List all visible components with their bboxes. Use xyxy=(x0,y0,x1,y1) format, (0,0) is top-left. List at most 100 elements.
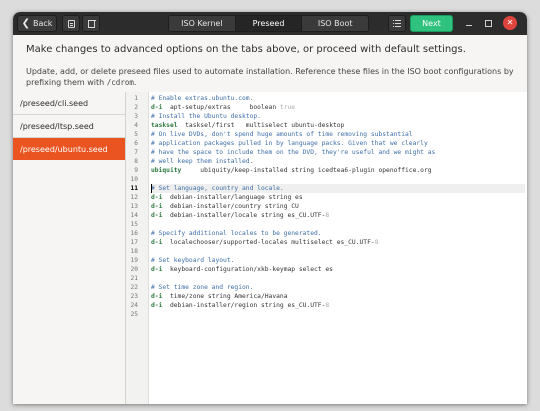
description-code: /cdrom xyxy=(106,78,134,87)
code-line[interactable]: d-i localechooser/supported-locales mult… xyxy=(151,238,525,247)
page-description: Update, add, or delete preseed files use… xyxy=(26,66,516,88)
line-number: 1 xyxy=(134,95,138,102)
installer-window: ❮ Back ISO Kernel Preseed ISO Boot Next … xyxy=(13,12,527,404)
code-token: debian-installer/country string CU xyxy=(162,203,299,210)
line-number: 18 xyxy=(130,248,138,255)
text-cursor xyxy=(151,184,152,193)
headerbar: ❮ Back ISO Kernel Preseed ISO Boot Next … xyxy=(13,12,527,35)
line-number: 11 xyxy=(130,185,138,192)
code-line[interactable]: d-i apt-setup/extras boolean true xyxy=(151,103,525,112)
minimize-button[interactable] xyxy=(462,16,476,30)
code-token: # Install the Ubuntu desktop. xyxy=(151,113,261,120)
code-token: ubiquity xyxy=(151,167,182,174)
code-line[interactable] xyxy=(151,175,525,184)
back-label: Back xyxy=(32,19,53,28)
view-switcher: ISO Kernel Preseed ISO Boot xyxy=(168,15,369,32)
code-token: debian-installer/language string es xyxy=(162,194,303,201)
code-token: debian-installer/region string es_CU.UTF… xyxy=(162,302,326,309)
code-token: debian-installer/locale string es_CU.UTF… xyxy=(162,212,326,219)
code-token: # have the space to include them on the … xyxy=(151,149,436,156)
sidebar-item-ubuntu-seed[interactable]: /preseed/ubuntu.seed xyxy=(13,138,125,160)
code-line[interactable]: d-i debian-installer/region string es_CU… xyxy=(151,301,525,310)
code-token: true xyxy=(279,104,296,111)
line-number: 13 xyxy=(130,203,138,210)
code-line[interactable]: # Set keyboard layout. xyxy=(151,256,525,265)
code-token: localechooser/supported-locales multisel… xyxy=(162,239,375,246)
line-number: 7 xyxy=(134,149,138,156)
code-line[interactable]: # On live DVDs, don't spend huge amounts… xyxy=(151,130,525,139)
new-file-button[interactable] xyxy=(62,15,80,32)
description-text: Update, add, or delete preseed files use… xyxy=(26,67,514,87)
code-line[interactable]: # have the space to include them on the … xyxy=(151,148,525,157)
code-line[interactable]: # Set language, country and locale. xyxy=(151,184,525,193)
code-token: tasksel xyxy=(151,122,178,129)
code-token: d-i xyxy=(151,203,163,210)
code-line[interactable] xyxy=(151,310,525,319)
line-number-gutter: 1 2 3 4 5 6 7 8 9 10 11 12 13 14 15 16 17 18 19 20 21 22 23 24 2… xyxy=(126,92,149,404)
code-line[interactable]: # application packages pulled in by lang… xyxy=(151,139,525,148)
code-token: # Set keyboard layout. xyxy=(151,257,235,264)
code-line[interactable]: d-i keyboard-configuration/xkb-keymap se… xyxy=(151,265,525,274)
menu-button[interactable] xyxy=(388,15,406,32)
code-line[interactable]: # Specify additional locales to be gener… xyxy=(151,229,525,238)
delete-file-button[interactable] xyxy=(82,15,100,32)
line-number: 6 xyxy=(134,140,138,147)
line-number: 9 xyxy=(134,167,138,174)
chevron-left-icon: ❮ xyxy=(21,17,30,29)
code-line[interactable]: d-i time/zone string America/Havana xyxy=(151,292,525,301)
page-subtitle: Make changes to advanced options on the … xyxy=(26,44,466,55)
code-line[interactable]: # Enable extras.ubuntu.com. xyxy=(151,94,525,103)
line-number: 2 xyxy=(134,104,138,111)
code-line[interactable]: d-i debian-installer/language string es xyxy=(151,193,525,202)
line-number: 5 xyxy=(134,131,138,138)
code-line[interactable]: # Install the Ubuntu desktop. xyxy=(151,112,525,121)
tab-iso-kernel[interactable]: ISO Kernel xyxy=(169,16,236,31)
code-line[interactable]: ubiquity ubiquity/keep-installed string … xyxy=(151,166,525,175)
code-line[interactable]: # Set time zone and region. xyxy=(151,283,525,292)
code-token: ubiquity/keep-installed string icedtea6-… xyxy=(181,167,432,174)
preseed-file-list: /preseed/cli.seed /preseed/ltsp.seed /pr… xyxy=(13,92,126,404)
line-number: 4 xyxy=(134,122,138,129)
sidebar-item-ltsp-seed[interactable]: /preseed/ltsp.seed xyxy=(13,115,125,138)
code-token: d-i xyxy=(151,212,163,219)
next-button[interactable]: Next xyxy=(410,15,453,32)
code-line[interactable] xyxy=(151,247,525,256)
minimize-icon xyxy=(466,25,472,26)
sidebar-item-cli-seed[interactable]: /preseed/cli.seed xyxy=(13,92,125,115)
line-number: 17 xyxy=(130,239,138,246)
close-button[interactable]: ✕ xyxy=(503,16,517,30)
line-number: 12 xyxy=(130,194,138,201)
code-token: d-i xyxy=(151,239,163,246)
code-line[interactable]: d-i debian-installer/country string CU xyxy=(151,202,525,211)
code-token: 8 xyxy=(374,239,379,246)
code-line[interactable]: tasksel tasksel/first multiselect ubuntu… xyxy=(151,121,525,130)
line-number: 24 xyxy=(130,302,138,309)
line-number: 23 xyxy=(130,293,138,300)
code-token: time/zone string America/Havana xyxy=(162,293,288,300)
tab-preseed[interactable]: Preseed xyxy=(235,16,303,31)
tab-iso-boot[interactable]: ISO Boot xyxy=(302,16,368,31)
code-token: keyboard-configuration/xkb-keymap select… xyxy=(162,266,333,273)
code-token: # well keep them installed. xyxy=(151,158,254,165)
code-token: d-i xyxy=(151,194,163,201)
code-token: # Set time zone and region. xyxy=(151,284,254,291)
code-line[interactable] xyxy=(151,220,525,229)
code-token: d-i xyxy=(151,266,163,273)
code-token: d-i xyxy=(151,302,163,309)
code-token: # Set language, country and locale. xyxy=(151,185,284,192)
line-number: 19 xyxy=(130,257,138,264)
code-line[interactable] xyxy=(151,274,525,283)
line-number: 15 xyxy=(130,221,138,228)
maximize-icon xyxy=(484,19,492,27)
code-token: # On live DVDs, don't spend huge amounts… xyxy=(151,131,413,138)
back-button[interactable]: ❮ Back xyxy=(17,15,57,32)
code-line[interactable]: d-i debian-installer/locale string es_CU… xyxy=(151,211,525,220)
code-token: tasksel/first multiselect ubuntu-desktop xyxy=(177,122,345,129)
line-number: 14 xyxy=(130,212,138,219)
code-token: # Specify additional locales to be gener… xyxy=(151,230,322,237)
line-number: 10 xyxy=(130,176,138,183)
code-editor[interactable]: 1 2 3 4 5 6 7 8 9 10 11 12 13 14 15 16 17 18 19 20 21 22 23 24 2… xyxy=(126,92,527,404)
maximize-button[interactable] xyxy=(481,16,495,30)
code-line[interactable]: # well keep them installed. xyxy=(151,157,525,166)
code-token: apt-setup/extras boolean xyxy=(162,104,280,111)
